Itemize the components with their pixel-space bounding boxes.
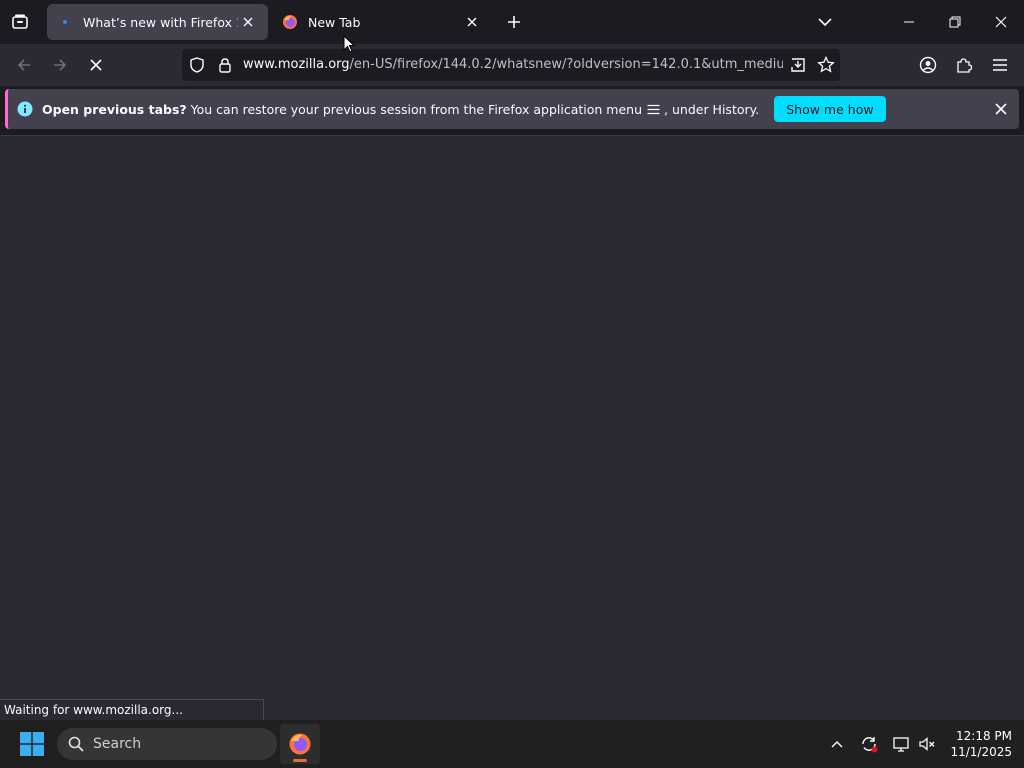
arrow-left-icon	[17, 59, 30, 71]
taskbar-firefox-button[interactable]	[280, 724, 320, 764]
bookmark-star-icon[interactable]	[817, 56, 835, 74]
account-button[interactable]	[916, 53, 940, 77]
close-icon	[467, 17, 477, 27]
arrow-right-icon	[54, 59, 67, 71]
windows-start-icon[interactable]	[20, 732, 44, 756]
active-app-indicator	[293, 759, 307, 762]
plus-icon	[508, 16, 520, 28]
tab-title: New Tab	[308, 14, 361, 30]
back-button[interactable]	[12, 53, 36, 77]
search-label: Search	[93, 736, 142, 752]
mouse-cursor-icon	[343, 35, 355, 53]
minimize-icon	[904, 21, 914, 23]
taskbar-clock[interactable]: 12:18 PM 11/1/2025	[944, 728, 1012, 760]
tab-new-tab[interactable]: New Tab	[272, 4, 492, 40]
restore-button[interactable]	[941, 8, 969, 36]
tab-title: What’s new with Firefox 144	[83, 14, 238, 30]
stop-icon	[90, 59, 102, 71]
close-icon	[995, 16, 1007, 28]
url-text[interactable]: www.mozilla.org/en-US/firefox/144.0.2/wh…	[243, 57, 783, 72]
clock-date: 11/1/2025	[950, 745, 1012, 759]
window-close-button[interactable]	[987, 8, 1015, 36]
chevron-down-icon	[818, 18, 832, 27]
tab-whats-new[interactable]: What’s new with Firefox 144	[47, 4, 268, 40]
page-content-area[interactable]	[0, 136, 1024, 720]
minimize-button[interactable]	[895, 8, 923, 36]
info-icon	[17, 101, 33, 117]
url-path: /en-US/firefox/144.0.2/whatsnew/?oldvers…	[349, 57, 783, 72]
notification-close-button[interactable]	[991, 99, 1011, 119]
hamburger-menu-icon	[647, 104, 660, 115]
close-icon	[243, 17, 253, 27]
notification-text-after: , under History.	[664, 101, 760, 117]
tab-strip: What’s new with Firefox 144 New Tab	[0, 0, 1024, 44]
clock-time: 12:18 PM	[956, 729, 1012, 743]
firefox-logo-icon	[282, 14, 298, 30]
url-bar[interactable]: www.mozilla.org/en-US/firefox/144.0.2/wh…	[182, 49, 840, 81]
save-to-pocket-icon[interactable]	[789, 56, 807, 74]
show-hidden-icons-button[interactable]	[827, 734, 847, 754]
screen: What’s new with Firefox 144 New Tab	[0, 0, 1024, 768]
navigation-toolbar: www.mozilla.org/en-US/firefox/144.0.2/wh…	[0, 44, 1024, 86]
lock-icon[interactable]	[216, 56, 234, 74]
new-tab-button[interactable]	[502, 10, 526, 34]
restore-icon	[949, 16, 961, 28]
notification-message: Open previous tabs? You can restore your…	[42, 102, 759, 117]
windows-taskbar: Search 12:18 PM 11/1/2025	[0, 720, 1024, 768]
close-icon	[995, 103, 1007, 115]
taskbar-search-box[interactable]: Search	[57, 728, 277, 760]
firefox-logo-icon	[289, 733, 311, 755]
account-icon	[919, 56, 937, 74]
notification-title: Open previous tabs?	[42, 101, 187, 117]
app-menu-button[interactable]	[988, 53, 1012, 77]
show-me-how-button[interactable]: Show me how	[774, 96, 886, 122]
search-icon	[67, 735, 85, 753]
status-panel: Waiting for www.mozilla.org...	[0, 699, 264, 721]
firefox-view-icon	[12, 14, 28, 29]
loading-throbber-icon	[57, 14, 73, 30]
stop-loading-button[interactable]	[84, 53, 108, 77]
notification-text-before: You can restore your previous session fr…	[190, 101, 643, 117]
tab-close-button[interactable]	[238, 12, 258, 32]
update-sync-tray-icon[interactable]	[859, 734, 879, 754]
tracking-protection-shield-icon[interactable]	[188, 56, 206, 74]
hamburger-menu-icon	[993, 59, 1007, 71]
forward-button[interactable]	[48, 53, 72, 77]
volume-muted-icon[interactable]	[917, 734, 937, 754]
url-host: www.mozilla.org	[243, 57, 350, 72]
chevron-up-icon	[831, 741, 843, 748]
network-monitor-icon[interactable]	[891, 734, 911, 754]
list-all-tabs-button[interactable]	[813, 10, 837, 34]
firefox-view-button[interactable]	[8, 10, 32, 34]
tab-close-button[interactable]	[462, 12, 482, 32]
restore-session-notification: Open previous tabs? You can restore your…	[5, 89, 1019, 129]
puzzle-piece-icon	[957, 58, 973, 73]
extensions-button[interactable]	[952, 53, 976, 77]
